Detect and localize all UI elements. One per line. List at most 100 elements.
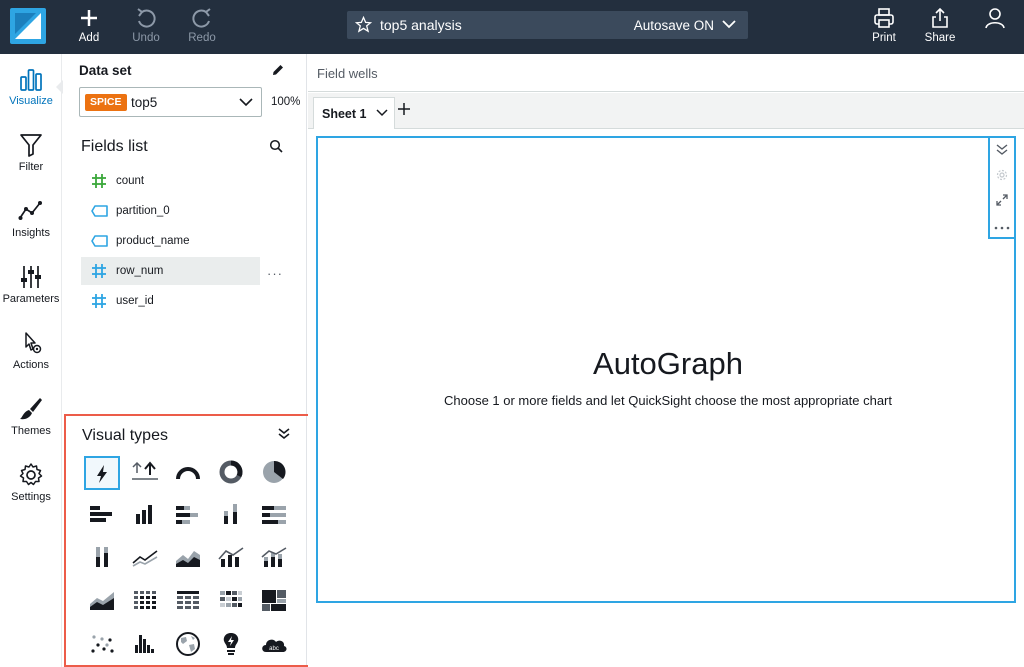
vertical-stacked-bar-icon: [224, 504, 237, 524]
rail-item-filter[interactable]: Filter: [0, 132, 62, 192]
analysis-workspace: Field wells Sheet 1 AutoGraph Choose 1 o…: [308, 54, 1024, 667]
horizontal-100-bar-icon: [262, 506, 286, 524]
add-button[interactable]: Add: [67, 6, 111, 48]
autosave-status[interactable]: Autosave ON: [634, 18, 714, 33]
dataset-select[interactable]: SPICE top5: [79, 87, 262, 117]
redo-button[interactable]: Redo: [180, 6, 224, 48]
user-account-button[interactable]: [973, 6, 1017, 48]
visual-type-vertical-100-bar[interactable]: [84, 542, 120, 576]
field-item-row-num[interactable]: row_num: [81, 257, 260, 285]
star-icon[interactable]: [355, 16, 372, 33]
ellipsis-icon: [994, 226, 1010, 230]
field-item-product-name[interactable]: product_name: [81, 227, 260, 255]
visual-type-vertical-stacked-bar[interactable]: [213, 499, 249, 533]
search-icon[interactable]: [269, 139, 283, 153]
analysis-title-box[interactable]: top5 analysis Autosave ON: [347, 11, 748, 39]
share-button[interactable]: Share: [918, 6, 962, 48]
scatter-plot-icon: [91, 635, 114, 653]
rail-item-insights[interactable]: Insights: [0, 198, 62, 258]
autograph-visual[interactable]: AutoGraph Choose 1 or more fields and le…: [316, 136, 1016, 603]
kpi-icon: [132, 461, 158, 480]
vertical-100-bar-icon: [96, 547, 108, 567]
visual-type-area-line[interactable]: [170, 542, 206, 576]
field-wells-label[interactable]: Field wells: [317, 66, 378, 81]
visual-type-pivot-table[interactable]: [127, 585, 163, 619]
double-chevron-down-icon[interactable]: [277, 428, 291, 440]
field-more-options-button[interactable]: ···: [267, 266, 283, 281]
tag-icon: [91, 235, 108, 247]
visual-type-stacked-area[interactable]: [84, 585, 120, 619]
analysis-name[interactable]: top5 analysis: [380, 17, 462, 33]
visual-type-scatter[interactable]: [84, 628, 120, 662]
share-icon: [932, 7, 948, 28]
user-icon: [985, 8, 1005, 29]
undo-button[interactable]: Undo: [124, 6, 168, 48]
field-name: user_id: [116, 295, 154, 307]
gauge-icon: [176, 467, 200, 480]
format-visual-button[interactable]: [990, 163, 1014, 188]
visual-type-kpi[interactable]: [127, 456, 163, 490]
tab-sheet-1[interactable]: Sheet 1: [313, 97, 395, 129]
rail-label-visualize: Visualize: [9, 95, 53, 107]
redo-label: Redo: [188, 32, 216, 44]
visual-type-histogram[interactable]: [127, 628, 163, 662]
visual-type-heat-map[interactable]: [213, 585, 249, 619]
share-label: Share: [924, 32, 956, 44]
visual-type-insight[interactable]: [213, 628, 249, 662]
visual-type-vertical-bar[interactable]: [127, 499, 163, 533]
rail-item-actions[interactable]: Actions: [0, 330, 62, 390]
pie-chart-icon: [263, 460, 286, 483]
globe-icon: [176, 632, 200, 656]
rail-label-filter: Filter: [18, 161, 44, 173]
undo-label: Undo: [132, 32, 160, 44]
visual-type-donut[interactable]: [213, 456, 249, 490]
visual-type-combo-stacked-line[interactable]: [256, 542, 292, 576]
rail-item-parameters[interactable]: Parameters: [0, 264, 62, 324]
funnel-icon: [20, 134, 42, 157]
rail-item-themes[interactable]: Themes: [0, 396, 62, 456]
visual-type-horizontal-stacked-bar[interactable]: [170, 499, 206, 533]
autograph-subtitle: Choose 1 or more fields and let QuickSig…: [443, 393, 893, 408]
visual-type-gauge[interactable]: [170, 456, 206, 490]
field-wells-bar[interactable]: Field wells: [308, 54, 1024, 92]
chevron-down-icon: [239, 98, 253, 107]
more-options-button[interactable]: [990, 213, 1014, 238]
collapse-visual-button[interactable]: [990, 138, 1014, 163]
tree-map-icon: [262, 590, 286, 611]
rail-item-settings[interactable]: Settings: [0, 462, 62, 522]
rail-label-actions: Actions: [12, 359, 50, 371]
visual-type-horizontal-bar[interactable]: [84, 499, 120, 533]
field-name: count: [116, 175, 145, 187]
sheet-tab-label: Sheet 1: [322, 107, 367, 121]
visual-type-geo-map[interactable]: [170, 628, 206, 662]
gear-icon: [19, 463, 43, 486]
dataset-label: Data set: [79, 63, 132, 78]
maximize-visual-button[interactable]: [990, 188, 1014, 213]
visual-type-word-cloud[interactable]: abc: [256, 628, 292, 662]
visual-type-autograph[interactable]: [84, 456, 120, 490]
field-item-partition-0[interactable]: partition_0: [81, 197, 260, 225]
field-item-user-id[interactable]: user_id: [81, 287, 260, 315]
area-chart-icon: [176, 551, 200, 567]
visual-type-pie[interactable]: [256, 456, 292, 490]
visual-type-horizontal-100-bar[interactable]: [256, 499, 292, 533]
add-label: Add: [78, 32, 100, 44]
pencil-icon[interactable]: [271, 63, 285, 77]
chevron-down-icon[interactable]: [376, 109, 388, 117]
visual-type-table[interactable]: [170, 585, 206, 619]
lightbulb-icon: [223, 633, 239, 655]
visual-type-tree-map[interactable]: [256, 585, 292, 619]
rail-item-visualize[interactable]: Visualize: [0, 66, 62, 126]
gear-icon: [996, 169, 1008, 181]
left-navigation-rail: Visualize Filter Insights Parameters Act…: [0, 54, 63, 667]
chevron-down-icon[interactable]: [722, 19, 736, 29]
visual-types-title: Visual types: [82, 427, 168, 444]
visual-type-line[interactable]: [127, 542, 163, 576]
quicksight-logo[interactable]: [10, 8, 46, 44]
print-button[interactable]: Print: [862, 6, 906, 48]
lightning-icon: [97, 465, 107, 483]
visual-type-combo-bar-line[interactable]: [213, 542, 249, 576]
insights-line-icon: [18, 201, 42, 220]
add-sheet-icon[interactable]: [397, 102, 411, 116]
field-item-count[interactable]: count: [81, 167, 260, 195]
